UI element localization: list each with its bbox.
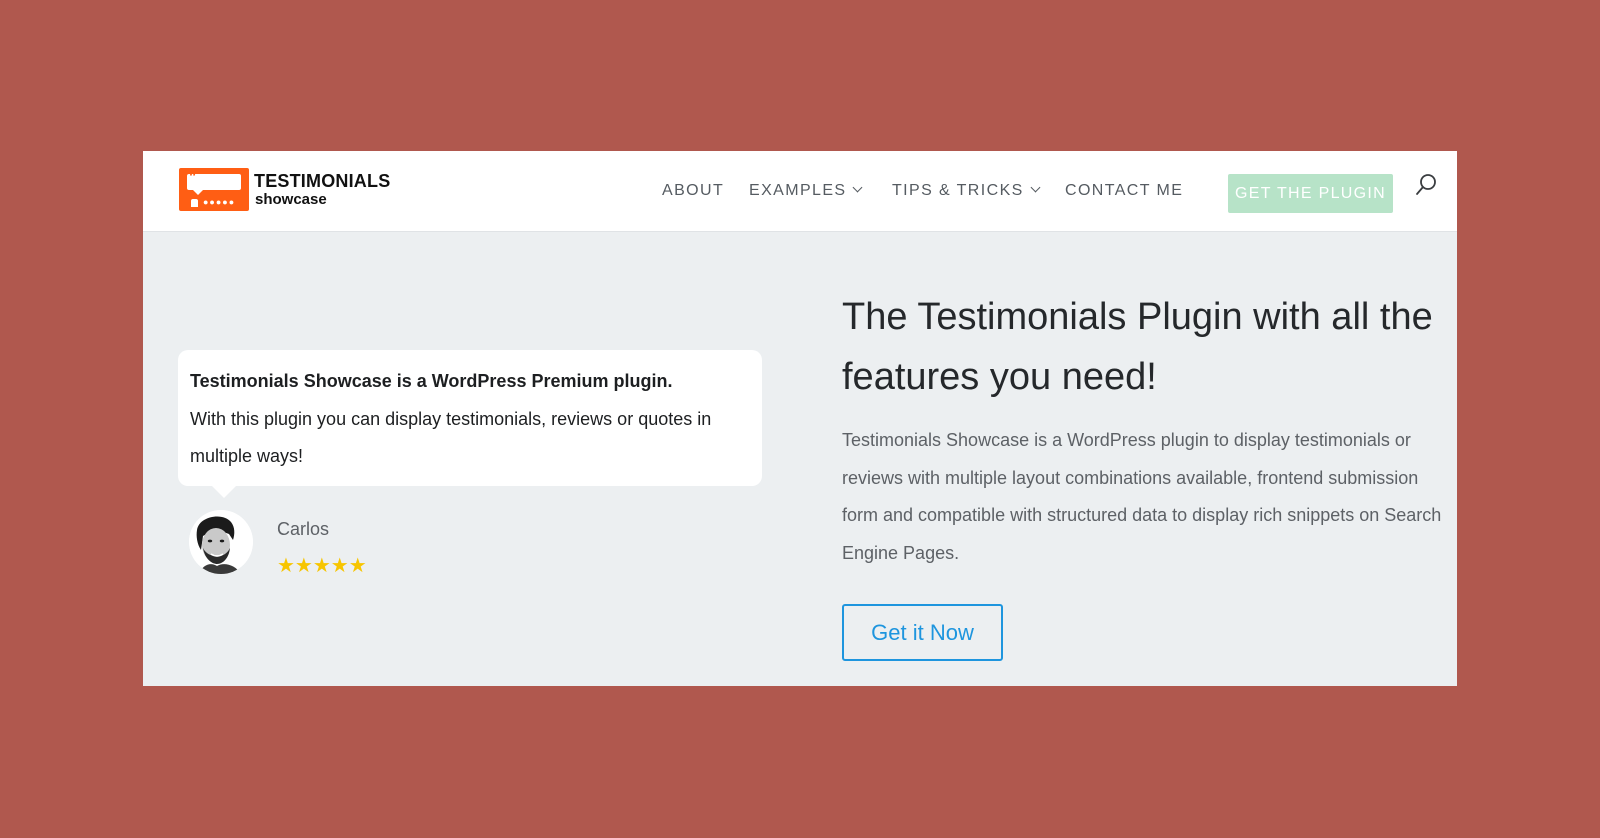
get-it-now-button[interactable]: Get it Now: [842, 604, 1003, 661]
nav-item-tips-tricks[interactable]: TIPS & TRICKS: [892, 182, 1041, 200]
search-icon[interactable]: [1414, 173, 1438, 197]
logo-subtitle: showcase: [255, 191, 327, 208]
author-photo: [189, 510, 253, 574]
testimonial-line-1: Testimonials Showcase is a WordPress Pre…: [190, 371, 673, 391]
chevron-down-icon: [853, 182, 863, 193]
nav-item-contact[interactable]: CONTACT ME: [1065, 182, 1183, 200]
testimonial-author: Carlos: [277, 519, 330, 539]
nav-item-examples[interactable]: EXAMPLES: [749, 182, 863, 200]
testimonial-card-tail: [212, 486, 236, 498]
nav-item-label: ABOUT: [662, 182, 725, 199]
site-logo[interactable]: “ ●●●●● TESTIMONIALS showcase: [179, 166, 399, 212]
logo-title: TESTIMONIALS: [254, 171, 391, 191]
nav-item-about[interactable]: ABOUT: [662, 182, 724, 200]
star-rating-icon: ★★★★★: [277, 553, 367, 577]
hero-headline: The Testimonials Plugin with all the fea…: [842, 296, 1433, 398]
get-the-plugin-button[interactable]: GET THE PLUGIN: [1228, 174, 1393, 213]
avatar: [189, 510, 253, 574]
nav-item-label: TIPS & TRICKS: [892, 182, 1024, 199]
chevron-down-icon: [1030, 182, 1041, 193]
testimonial-card: Testimonials Showcase is a WordPress Pre…: [178, 350, 762, 486]
site-header: “ ●●●●● TESTIMONIALS showcase ABOUT EXAM…: [143, 151, 1457, 232]
site-frame: “ ●●●●● TESTIMONIALS showcase ABOUT EXAM…: [143, 151, 1457, 686]
nav-item-label: CONTACT ME: [1065, 182, 1184, 199]
nav-item-label: EXAMPLES: [749, 182, 847, 199]
hero-description: Testimonials Showcase is a WordPress plu…: [842, 430, 1442, 563]
testimonial-line-2: With this plugin you can display testimo…: [190, 408, 712, 467]
logo-icon: “ ●●●●●: [179, 168, 249, 211]
